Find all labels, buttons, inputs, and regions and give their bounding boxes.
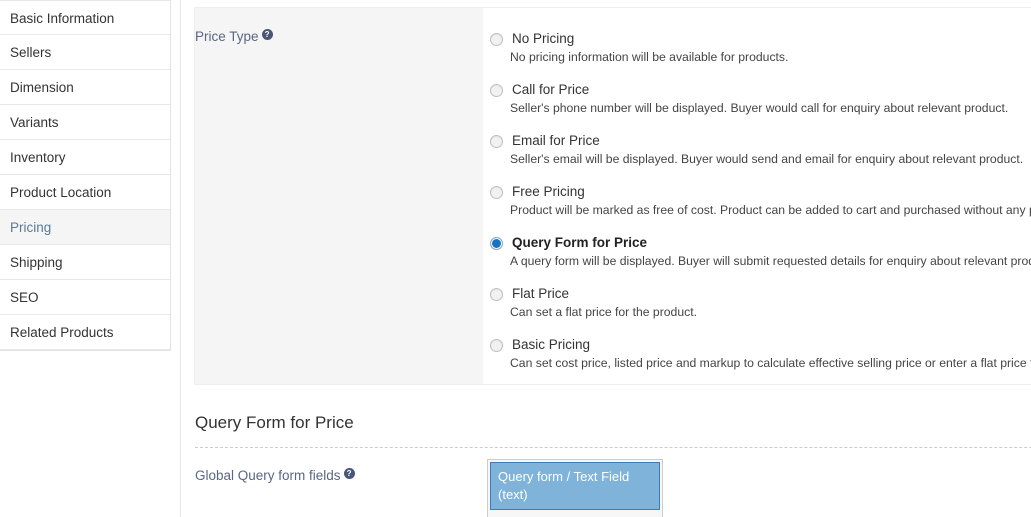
price-type-option-description: Can set a flat price for the product. (510, 305, 697, 319)
sidebar-item-variants[interactable]: Variants (0, 105, 170, 140)
sidebar-item-inventory[interactable]: Inventory (0, 140, 170, 175)
price-type-option-call-for-price[interactable]: Call for Price Seller's phone number will… (483, 81, 1031, 125)
radio-button-icon[interactable] (490, 237, 503, 250)
price-type-option-label[interactable]: Basic Pricing (512, 336, 1031, 353)
price-type-panel: Price Type? No Pricing No pricing informa… (194, 7, 1031, 385)
query-form-section: Query Form for Price Global Query form f… (195, 413, 1031, 517)
price-type-option-free-pricing[interactable]: Free Pricing Product will be marked as fr… (483, 183, 1031, 227)
radio-button-icon[interactable] (490, 339, 503, 352)
help-question-icon[interactable]: ? (261, 29, 273, 40)
sidebar-item-product-location[interactable]: Product Location (0, 175, 170, 210)
price-type-option-query-form-for-price[interactable]: Query Form for Price A query form will be… (483, 234, 1031, 278)
sidebar-item-seo[interactable]: SEO (0, 280, 170, 315)
sidebar-item-shipping[interactable]: Shipping (0, 245, 170, 280)
price-type-option-description: A query form will be displayed. Buyer wi… (510, 254, 1031, 268)
global-query-form-fields-multiselect[interactable]: Query form / Text Field (text) (487, 459, 663, 517)
sidebar-item-basic-information[interactable]: Basic Information (0, 0, 170, 35)
price-type-label: Price Type (195, 29, 259, 44)
sidebar-item-pricing[interactable]: Pricing (0, 210, 170, 245)
help-question-icon[interactable]: ? (343, 468, 355, 479)
multiselect-option-selected[interactable]: Query form / Text Field (text) (490, 462, 660, 510)
main-content: Price Type? No Pricing No pricing informa… (180, 0, 1031, 517)
price-type-option-email-for-price[interactable]: Email for Price Seller's email will be di… (483, 132, 1031, 176)
global-query-form-fields-row: Global Query form fields? Query form / T… (195, 459, 1031, 517)
pricing-settings-page: Basic Information Sellers Dimension Variant… (0, 0, 1031, 517)
price-type-label-cell: Price Type? (195, 8, 483, 384)
price-type-option-flat-price[interactable]: Flat Price Can set a flat price for the p… (483, 285, 1031, 329)
price-type-option-description: Seller's email will be displayed. Buyer … (510, 152, 1024, 166)
query-form-section-title: Query Form for Price (195, 413, 354, 432)
radio-button-icon[interactable] (490, 84, 503, 97)
global-query-form-fields-label: Global Query form fields (195, 468, 341, 483)
price-type-option-label[interactable]: Email for Price (512, 132, 1031, 149)
sidebar-item-dimension[interactable]: Dimension (0, 70, 170, 105)
price-type-option-description: Product will be marked as free of cost. … (510, 203, 1031, 217)
price-type-option-label[interactable]: Call for Price (512, 81, 1031, 98)
radio-button-icon[interactable] (490, 186, 503, 199)
price-type-option-no-pricing[interactable]: No Pricing No pricing information will be… (483, 30, 1031, 74)
price-type-option-description: Seller's phone number will be displayed.… (510, 101, 1009, 115)
product-section-sidebar: Basic Information Sellers Dimension Variant… (0, 0, 171, 351)
price-type-option-label[interactable]: Query Form for Price (512, 234, 1031, 251)
price-type-option-basic-pricing[interactable]: Basic Pricing Can set cost price, listed … (483, 336, 1031, 380)
radio-button-icon[interactable] (490, 33, 503, 46)
price-type-option-description: Can set cost price, listed price and mar… (510, 356, 1031, 370)
radio-button-icon[interactable] (490, 288, 503, 301)
radio-button-icon[interactable] (490, 135, 503, 148)
price-type-option-label[interactable]: No Pricing (512, 30, 1031, 47)
price-type-option-description: No pricing information will be available… (510, 50, 789, 64)
global-query-form-fields-label-cell: Global Query form fields? (195, 467, 355, 485)
sidebar-item-related-products[interactable]: Related Products (0, 315, 170, 350)
sidebar-item-sellers[interactable]: Sellers (0, 35, 170, 70)
section-divider (195, 447, 1031, 448)
price-type-radio-group: No Pricing No pricing information will be… (483, 8, 1031, 384)
price-type-option-label[interactable]: Flat Price (512, 285, 1031, 302)
price-type-option-label[interactable]: Free Pricing (512, 183, 1031, 200)
